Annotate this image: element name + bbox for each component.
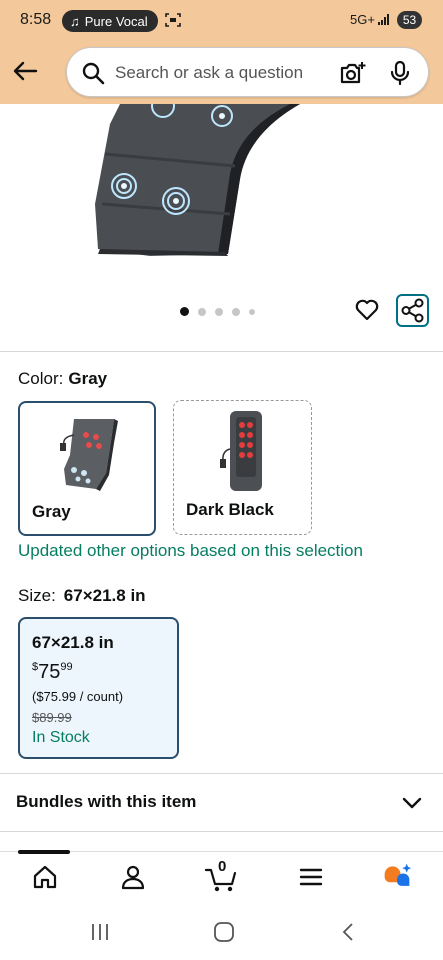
status-time: 8:58 — [20, 11, 52, 28]
massage-mat-image — [95, 104, 300, 256]
header: 8:58 ♫ Pure Vocal 5G+ 53 Search or ask a… — [0, 0, 443, 104]
battery-icon: 53 — [397, 11, 422, 29]
section-divider — [0, 831, 443, 832]
price-whole: 75 — [38, 661, 61, 683]
carousel-dot[interactable] — [232, 307, 240, 316]
carousel-dot[interactable] — [180, 307, 189, 316]
status-bar: 8:58 ♫ Pure Vocal 5G+ 53 — [0, 0, 443, 40]
color-label: Color: — [18, 369, 64, 388]
rufus-icon[interactable] — [382, 862, 412, 892]
cart-count: 0 — [218, 858, 227, 875]
section-divider — [0, 773, 443, 774]
camera-search-icon[interactable] — [339, 60, 367, 86]
share-icon — [401, 298, 424, 323]
carousel-dot[interactable] — [249, 308, 255, 315]
network-type: 5G+ — [350, 12, 375, 27]
section-divider — [0, 351, 443, 352]
bottom-nav: 0 — [0, 850, 443, 906]
bundles-section[interactable]: Bundles with this item — [0, 775, 443, 831]
media-pill-label: Pure Vocal — [84, 13, 148, 29]
size-option-name: 67×21.8 in — [32, 633, 114, 652]
size-label-row: Size: 67×21.8 in — [18, 586, 146, 606]
account-icon[interactable] — [118, 862, 148, 892]
color-option-label: Dark Black — [186, 500, 274, 519]
color-option-label: Gray — [32, 502, 71, 521]
signal-icon — [378, 14, 389, 25]
search-input[interactable]: Search or ask a question — [115, 63, 303, 83]
color-label-row: Color: Gray — [18, 369, 107, 389]
screen-scan-icon — [165, 13, 181, 27]
recent-apps-icon[interactable] — [90, 922, 110, 942]
size-label: Size: — [18, 586, 56, 605]
active-tab-indicator — [18, 850, 70, 854]
carousel-dot[interactable] — [198, 307, 206, 316]
chevron-down-icon — [402, 797, 422, 809]
home-button-icon[interactable] — [213, 922, 235, 942]
heart-icon[interactable] — [354, 297, 380, 323]
unit-price: ($75.99 / count) — [32, 689, 124, 704]
black-mat-thumbnail — [220, 411, 262, 491]
size-selected: 67×21.8 in — [63, 586, 146, 605]
music-note-icon: ♫ — [70, 13, 80, 29]
carousel-dots[interactable] — [180, 307, 255, 316]
size-option[interactable]: 67×21.8 in $7599 ($75.99 / count) $89.99… — [18, 617, 179, 759]
color-selected: Gray — [68, 369, 108, 388]
availability: In Stock — [32, 729, 90, 746]
color-option-gray[interactable]: Gray — [18, 401, 156, 536]
system-nav-bar — [0, 906, 443, 960]
selection-note: Updated other options based on this sele… — [18, 541, 363, 560]
bundles-title: Bundles with this item — [16, 792, 197, 811]
back-arrow-icon[interactable] — [10, 56, 40, 86]
menu-icon[interactable] — [296, 862, 326, 892]
carousel-dot[interactable] — [215, 307, 223, 316]
cart-button[interactable]: 0 — [204, 858, 240, 892]
price-fraction: 99 — [60, 661, 73, 673]
color-option-dark-black[interactable]: Dark Black — [173, 400, 312, 535]
list-price: $89.99 — [32, 710, 72, 725]
gray-mat-thumbnail — [60, 419, 118, 491]
search-icon — [82, 62, 105, 85]
microphone-icon[interactable] — [389, 60, 411, 86]
media-pill[interactable]: ♫ Pure Vocal — [62, 10, 158, 32]
system-back-icon[interactable] — [340, 922, 356, 942]
home-icon[interactable] — [30, 862, 60, 892]
share-button[interactable] — [396, 294, 429, 327]
search-bar[interactable]: Search or ask a question — [66, 47, 429, 97]
product-page: 8:58 ♫ Pure Vocal 5G+ 53 Search or ask a… — [0, 0, 443, 960]
product-image[interactable] — [0, 104, 443, 264]
price: $7599 — [32, 661, 73, 684]
